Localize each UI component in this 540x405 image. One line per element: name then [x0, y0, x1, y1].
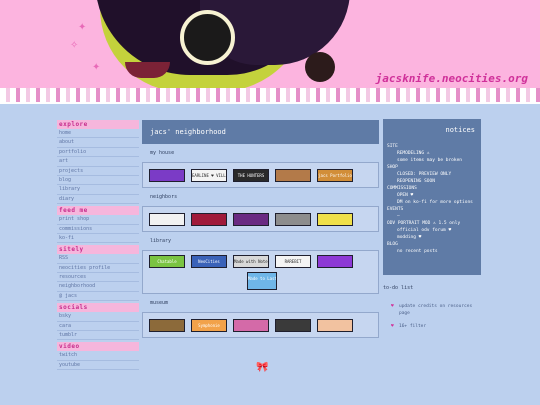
sidebar-item-library[interactable]: library — [57, 185, 139, 195]
sidebar-item-neocities-profile[interactable]: neocities profile — [57, 264, 139, 274]
link-button[interactable]: Symphonie — [191, 318, 227, 332]
sidebar-item-diary[interactable]: diary — [57, 195, 139, 205]
sidebar-item-projects[interactable]: projects — [57, 167, 139, 176]
sidebar-item-bsky[interactable]: bsky — [57, 312, 139, 322]
link-button[interactable]: RAREBIT — [275, 254, 311, 268]
sidebar-item-youtube[interactable]: youtube — [57, 361, 139, 371]
character-eye-illustration — [180, 10, 235, 65]
todo-item: update credits on resources page — [383, 303, 481, 317]
sidebar-item-twitch[interactable]: twitch — [57, 351, 139, 361]
header-banner: ✦ ✧ ✦ jacsknife.neocities.org — [0, 0, 540, 100]
link-button[interactable] — [275, 318, 311, 332]
sidebar-item-neighborhood[interactable]: neighborhood — [57, 282, 139, 292]
link-button[interactable]: EARLINE ♥ VILLANUEVA — [191, 168, 227, 182]
button-row-museum: Symphonie — [142, 312, 379, 338]
link-button[interactable] — [275, 212, 311, 226]
notice-line: — — [397, 214, 400, 219]
sidebar-item-home[interactable]: home — [57, 129, 139, 139]
sidebar-heading-sitely: sitely — [57, 245, 139, 255]
link-button[interactable] — [233, 212, 269, 226]
link-button[interactable]: Chatable — [149, 254, 185, 268]
notice-line: no recent posts — [397, 249, 438, 254]
link-button[interactable] — [233, 318, 269, 332]
todo-item: 16+ filter — [383, 323, 481, 330]
main-panel: jacs' neighborhood my house EARLINE ♥ VIL… — [142, 120, 379, 338]
link-button[interactable] — [317, 254, 353, 268]
section-label-museum: museum — [150, 300, 169, 306]
notice-line: CLOSED: PREVIEW ONLY — [397, 172, 452, 177]
sidebar-item-art[interactable]: art — [57, 157, 139, 167]
notice-line: OPEN ♥ — [397, 193, 414, 198]
sidebar-item-print-shop[interactable]: print shop — [57, 215, 139, 225]
button-row-my-house: EARLINE ♥ VILLANUEVA THE HUNTERS jacs Port… — [142, 162, 379, 188]
sidebar-item-ko-fi[interactable]: ko-fi — [57, 234, 139, 244]
notice-line: EVENTS — [387, 207, 404, 212]
sidebar-item-portfolio[interactable]: portfolio — [57, 148, 139, 158]
sparkle-icon: ✧ — [70, 40, 79, 51]
sparkle-icon: ✦ — [78, 22, 87, 33]
site-title[interactable]: jacsknife.neocities.org — [376, 72, 528, 85]
notice-line: BLOG — [387, 242, 398, 247]
sidebar-item-cara[interactable]: cara — [57, 322, 139, 332]
link-button[interactable]: THE HUNTERS — [233, 168, 269, 182]
todo-list: to-do list update credits on resources p… — [383, 283, 481, 330]
button-row-library: Chatable NeoCities Made with Notepad++ RARE… — [142, 250, 379, 294]
todo-title: to-do list — [383, 285, 414, 291]
section-label-neighbors: neighbors — [150, 194, 178, 200]
sidebar-nav: explore home about portfolio art projects blog… — [57, 118, 139, 371]
link-button[interactable] — [317, 318, 353, 332]
sidebar-heading-explore: explore — [57, 120, 139, 129]
link-button[interactable]: Made with Notepad++ — [233, 254, 269, 268]
notices-title: notices — [445, 126, 475, 134]
sidebar-item-about[interactable]: about — [57, 138, 139, 148]
notice-line: official odv forum ♥ — [397, 228, 452, 233]
notice-line: modding ♥ — [397, 235, 422, 240]
notice-line: REMODELING ⚠ — [397, 151, 430, 156]
link-button[interactable]: NeoCities — [191, 254, 227, 268]
character-eye-illustration — [305, 52, 335, 82]
bow-icon: 🎀 — [256, 362, 269, 373]
sidebar-item-tumblr[interactable]: tumblr — [57, 331, 139, 341]
notice-line: ODV PORTRAIT MOD ⚠ 1.5 only — [387, 221, 461, 226]
section-label-my-house: my house — [150, 150, 175, 156]
notice-line: DM on ko-fi for more options — [397, 200, 473, 205]
link-button[interactable] — [317, 212, 353, 226]
sidebar-item-rss[interactable]: RSS — [57, 254, 139, 264]
sidebar-item-jacs[interactable]: @ jacs — [57, 292, 139, 302]
sidebar-heading-feed-me: feed me — [57, 206, 139, 216]
sidebar-item-commissions[interactable]: commissions — [57, 225, 139, 234]
notices-panel: notices SITE REMODELING ⚠ some items may b… — [383, 119, 481, 275]
notice-line: some items may be broken — [397, 158, 463, 163]
sidebar-item-resources[interactable]: resources — [57, 273, 139, 283]
sparkle-icon: ✦ — [92, 62, 101, 73]
sidebar-item-blog[interactable]: blog — [57, 176, 139, 186]
bow-border-divider — [0, 88, 540, 104]
section-label-library: library — [150, 238, 172, 244]
page-title: jacs' neighborhood — [142, 120, 379, 144]
notice-line: REOPENING SOON — [397, 179, 435, 184]
link-button[interactable] — [149, 168, 185, 182]
notice-line: SITE — [387, 144, 398, 149]
button-row-neighbors — [142, 206, 379, 232]
link-button[interactable]: Made to Last — [247, 271, 277, 290]
notice-line: SHOP — [387, 165, 398, 170]
link-button[interactable] — [149, 212, 185, 226]
sidebar-heading-video: video — [57, 342, 139, 352]
notice-line: COMMISSIONS — [387, 186, 417, 191]
link-button[interactable] — [191, 212, 227, 226]
sidebar-heading-socials: socials — [57, 303, 139, 313]
link-button[interactable] — [149, 318, 185, 332]
link-button[interactable]: jacs Portfolio — [317, 168, 353, 182]
link-button[interactable] — [275, 168, 311, 182]
